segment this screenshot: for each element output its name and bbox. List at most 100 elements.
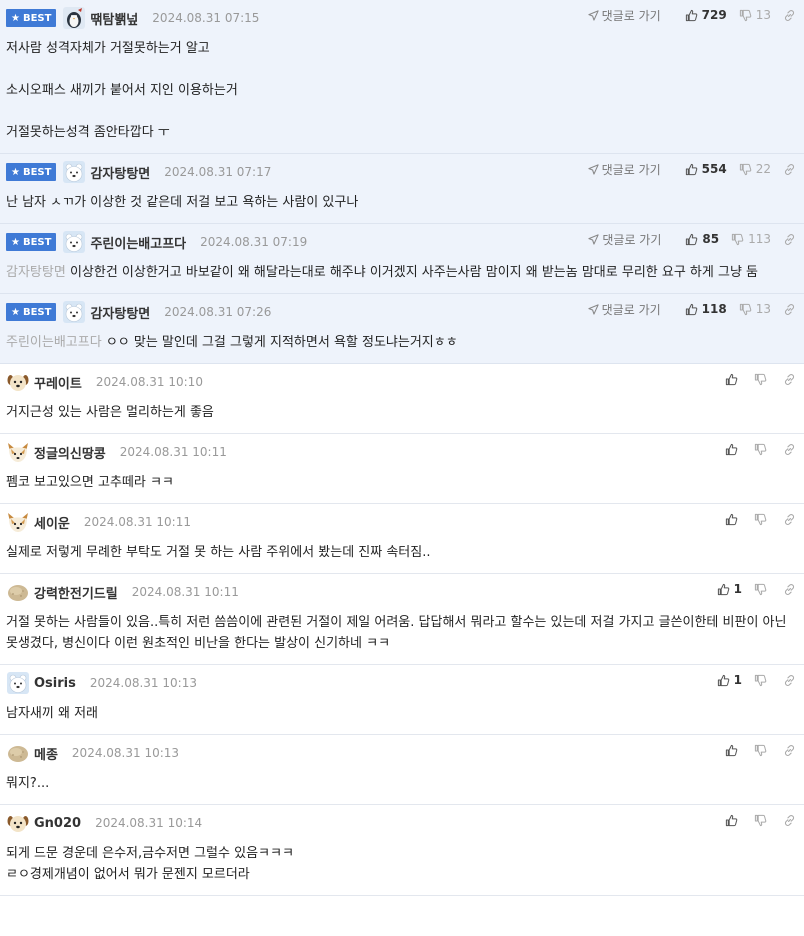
fox-avatar[interactable] (6, 440, 30, 464)
downvote-button[interactable]: 22 (739, 162, 771, 176)
dog-avatar[interactable] (6, 811, 30, 835)
goto-reply-link[interactable]: 댓글로 가기 (588, 301, 661, 318)
fox-avatar[interactable] (6, 510, 30, 534)
comment-line: 뭐지?... (6, 773, 796, 794)
upvote-button[interactable]: 85 (685, 232, 719, 246)
share-link-button[interactable] (783, 9, 796, 22)
comment-line (6, 59, 796, 80)
share-link-button[interactable] (783, 513, 796, 526)
author-nickname[interactable]: 감자탕탕면 (90, 303, 150, 322)
comment-body: 뭐지?... (6, 765, 796, 804)
upvote-button[interactable]: 1 (717, 582, 742, 596)
link-icon (784, 513, 795, 525)
comment-item: ★ BEST 땎탐봵넢 2024.08.31 07:15 댓글로 가기 729 1… (0, 0, 804, 154)
downvote-button[interactable] (754, 443, 771, 456)
polar-bear-avatar[interactable] (6, 671, 30, 695)
potato-avatar[interactable] (6, 580, 30, 604)
comment-line: 소시오패스 새끼가 붙어서 지인 이용하는거 (6, 80, 796, 101)
upvote-button[interactable]: 554 (685, 162, 727, 176)
comment-actions: 1 (705, 671, 796, 689)
author-nickname[interactable]: 정글의신땅콩 (34, 443, 106, 462)
best-badge: ★ BEST (6, 233, 57, 251)
star-icon: ★ (11, 166, 20, 178)
downvote-button[interactable] (754, 744, 771, 757)
share-link-button[interactable] (783, 163, 796, 176)
author-nickname[interactable]: 주린이는배고프다 (90, 233, 186, 252)
upvote-button[interactable] (725, 513, 742, 526)
link-icon (784, 583, 795, 595)
goto-reply-link[interactable]: 댓글로 가기 (588, 161, 661, 178)
comment-actions: 댓글로 가기 729 13 (588, 6, 796, 24)
share-link-button[interactable] (783, 674, 796, 687)
polar-bear-avatar[interactable] (62, 300, 86, 324)
comment-actions: 1 (705, 580, 796, 598)
upvote-button[interactable] (725, 373, 742, 386)
comment-header: 정글의신땅콩 2024.08.31 10:11 (6, 440, 796, 464)
comment-header: 메종 2024.08.31 10:13 (6, 741, 796, 765)
downvote-count: 22 (755, 162, 771, 176)
penguin-avatar[interactable] (62, 6, 86, 30)
polar-bear-avatar-image (7, 672, 29, 694)
author-nickname[interactable]: 땎탐봵넢 (90, 9, 138, 28)
downvote-button[interactable] (754, 513, 771, 526)
author-nickname[interactable]: 강력한전기드릴 (34, 583, 118, 602)
comment-body: 되게 드문 경운데 은수저,금수저면 그럴수 있음ㅋㅋㅋ ㄹㅇ경제개념이 없어서 … (6, 835, 796, 895)
comment-item: 꾸레이트 2024.08.31 10:10 거지근성 있는 사람은 멀리하는게 … (0, 364, 804, 434)
share-link-button[interactable] (783, 583, 796, 596)
share-link-button[interactable] (783, 744, 796, 757)
downvote-button[interactable] (754, 373, 771, 386)
potato-avatar[interactable] (6, 741, 30, 765)
star-icon: ★ (11, 306, 20, 318)
comment-item: Osiris 2024.08.31 10:13 1 남자새끼 왜 저래 (0, 665, 804, 735)
best-label: BEST (22, 306, 52, 318)
share-link-button[interactable] (783, 233, 796, 246)
goto-reply-link[interactable]: 댓글로 가기 (588, 231, 661, 248)
author-nickname[interactable]: 꾸레이트 (34, 373, 82, 392)
upvote-count: 118 (701, 302, 727, 316)
mention-link[interactable]: 주린이는배고프다 (6, 335, 102, 350)
share-link-button[interactable] (783, 303, 796, 316)
author-nickname[interactable]: Gn020 (34, 816, 81, 831)
dog-avatar[interactable] (6, 370, 30, 394)
author-nickname[interactable]: 메종 (34, 744, 58, 763)
downvote-button[interactable] (754, 674, 771, 687)
upvote-button[interactable] (725, 744, 742, 757)
upvote-button[interactable]: 1 (717, 673, 742, 687)
upvote-button[interactable]: 729 (685, 8, 727, 22)
polar-bear-avatar[interactable] (62, 160, 86, 184)
goto-reply-link[interactable]: 댓글로 가기 (588, 7, 661, 24)
polar-bear-avatar[interactable] (62, 230, 86, 254)
share-link-button[interactable] (783, 814, 796, 827)
mention-link[interactable]: 감자탕탕면 (6, 265, 66, 280)
comment-date: 2024.08.31 10:13 (89, 676, 197, 690)
upvote-button[interactable] (725, 443, 742, 456)
downvote-button[interactable]: 13 (739, 8, 771, 22)
comment-body: 거지근성 있는 사람은 멀리하는게 좋음 (6, 394, 796, 433)
author-nickname[interactable]: Osiris (34, 676, 76, 691)
thumbs-up-icon (717, 583, 729, 595)
comment-line: ㄹㅇ경제개념이 없어서 뭐가 문젠지 모르더라 (6, 864, 796, 885)
comment-text: 이상한건 이상한거고 바보같이 왜 해달라는대로 해주냐 이거겠지 사주는사람 … (69, 265, 758, 280)
share-link-button[interactable] (783, 373, 796, 386)
comment-date: 2024.08.31 07:15 (152, 11, 260, 25)
goto-reply-label: 댓글로 가기 (602, 232, 662, 247)
downvote-button[interactable] (754, 814, 771, 827)
comment-actions (713, 370, 796, 388)
upvote-button[interactable]: 118 (685, 302, 727, 316)
comment-item: 세이운 2024.08.31 10:11 실제로 저렇게 무례한 부탁도 거절 … (0, 504, 804, 574)
author-nickname[interactable]: 세이운 (34, 513, 70, 532)
downvote-button[interactable] (754, 583, 771, 596)
downvote-button[interactable]: 113 (731, 232, 771, 246)
author-nickname[interactable]: 감자탕탕면 (90, 163, 150, 182)
comment-item: ★ BEST 감자탕탕면 2024.08.31 07:17 댓글로 가기 554 … (0, 154, 804, 224)
comment-date: 2024.08.31 10:10 (95, 375, 203, 389)
goto-reply-label: 댓글로 가기 (601, 162, 661, 177)
comment-line: 거지근성 있는 사람은 멀리하는게 좋음 (6, 402, 796, 423)
best-label: BEST (22, 236, 52, 248)
share-link-button[interactable] (783, 443, 796, 456)
comment-header: 꾸레이트 2024.08.31 10:10 (6, 370, 796, 394)
best-label: BEST (22, 12, 52, 24)
downvote-button[interactable]: 13 (739, 302, 771, 316)
thumbs-up-icon (685, 163, 697, 175)
upvote-button[interactable] (725, 814, 742, 827)
